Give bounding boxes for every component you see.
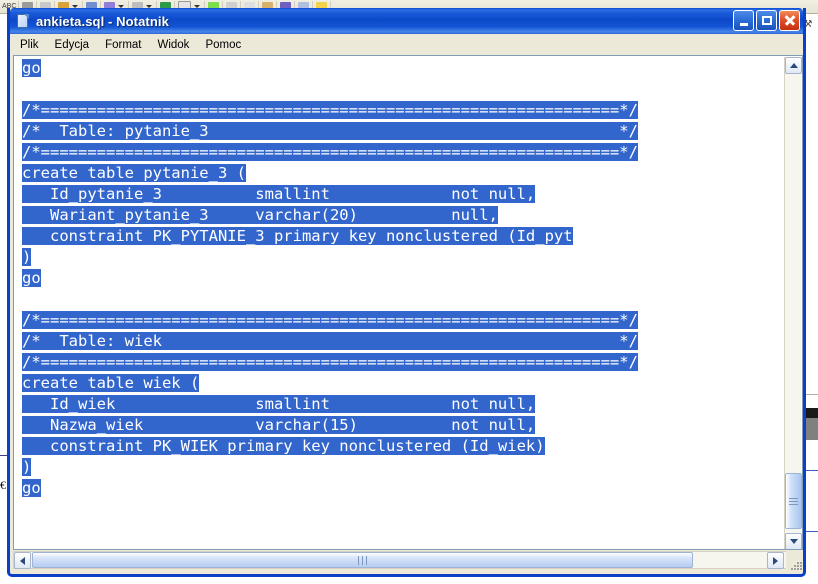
code-line: /*======================================…	[22, 142, 786, 163]
grip-dot	[794, 568, 796, 570]
menu-item-format[interactable]: Format	[105, 37, 149, 53]
code-line: /*======================================…	[22, 100, 786, 121]
horizontal-scrollbar-thumb[interactable]	[32, 552, 693, 568]
close-button[interactable]	[779, 10, 800, 31]
menu-item-edycja[interactable]: Edycja	[55, 37, 98, 53]
chevron-down-icon	[789, 539, 798, 544]
selected-text: /* Table: wiek */	[22, 332, 638, 350]
client-area: go /*===================================…	[13, 55, 803, 571]
selected-text: Id_wiek smallint not null,	[22, 395, 536, 413]
selected-text: Wariant_pytanie_3 varchar(20) null,	[22, 206, 498, 224]
grip-dot	[794, 565, 796, 567]
scroll-right-button[interactable]	[767, 552, 784, 569]
window-title: ankieta.sql - Notatnik	[36, 13, 169, 29]
menu-bar: Plik Edycja Format Widok Pomoc	[10, 34, 803, 56]
chevron-right-icon	[773, 556, 778, 565]
code-line: /* Table: wiek */	[22, 331, 786, 352]
grip-dot	[797, 568, 799, 570]
grip-dot	[797, 565, 799, 567]
selected-text: go	[22, 479, 41, 497]
scroll-up-button[interactable]	[785, 57, 802, 74]
scroll-down-button[interactable]	[785, 533, 802, 549]
selected-text: /*======================================…	[22, 353, 638, 371]
thumb-grip-icon	[789, 496, 798, 507]
menu-item-plik[interactable]: Plik	[20, 37, 47, 53]
code-line: /* Table: pytanie_3 */	[22, 121, 786, 142]
selected-text: )	[22, 458, 32, 476]
window-controls	[733, 10, 800, 31]
minimize-button[interactable]	[733, 10, 754, 31]
code-line: Nazwa_wiek varchar(15) not null,	[22, 415, 786, 436]
grip-dot	[791, 568, 793, 570]
selected-text: /*======================================…	[22, 311, 638, 329]
maximize-button[interactable]	[756, 10, 777, 31]
code-line: go	[22, 478, 786, 499]
code-line: create table pytanie_3 (	[22, 163, 786, 184]
chevron-up-icon	[789, 63, 798, 68]
code-line: go	[22, 58, 786, 79]
code-line: /*======================================…	[22, 310, 786, 331]
selected-text: Id_pytanie_3 smallint not null,	[22, 185, 536, 203]
notepad-document-icon	[15, 13, 31, 29]
horizontal-scrollbar[interactable]	[13, 551, 803, 569]
chevron-left-icon	[20, 556, 25, 565]
selected-text: constraint PK_WIEK primary key noncluste…	[22, 437, 545, 455]
grip-dot	[800, 565, 802, 567]
code-line: )	[22, 247, 786, 268]
background-left-glyph: €	[0, 478, 6, 492]
selected-text: constraint PK_PYTANIE_3 primary key nonc…	[22, 227, 573, 245]
menu-item-widok[interactable]: Widok	[157, 37, 197, 53]
thumb-grip-icon	[357, 555, 369, 565]
selected-text: /* Table: pytanie_3 */	[22, 122, 638, 140]
code-line: create table wiek (	[22, 373, 786, 394]
scroll-left-button[interactable]	[14, 552, 31, 569]
selected-text: /*======================================…	[22, 101, 638, 119]
editor-frame: go /*===================================…	[13, 55, 803, 550]
selected-text: go	[22, 59, 41, 77]
code-line: Id_wiek smallint not null,	[22, 394, 786, 415]
grip-dot	[800, 568, 802, 570]
code-line: Id_pytanie_3 smallint not null,	[22, 184, 786, 205]
grip-dot	[797, 562, 799, 564]
grip-dot	[800, 562, 802, 564]
code-line: constraint PK_WIEK primary key noncluste…	[22, 436, 786, 457]
code-line: Wariant_pytanie_3 varchar(20) null,	[22, 205, 786, 226]
vertical-scrollbar-thumb[interactable]	[785, 473, 802, 529]
selected-text: create table wiek (	[22, 374, 200, 392]
screen-root: ABC ⚒ € ankieta.sql - Notatnik Plik Edyc…	[0, 0, 818, 584]
vertical-scrollbar[interactable]	[784, 57, 802, 549]
selected-text: Nazwa_wiek varchar(15) not null,	[22, 416, 536, 434]
selected-text: go	[22, 269, 41, 287]
text-editor[interactable]: go /*===================================…	[14, 56, 786, 549]
selected-text: )	[22, 248, 32, 266]
title-bar[interactable]: ankieta.sql - Notatnik	[10, 8, 803, 34]
code-line: )	[22, 457, 786, 478]
selected-text: /*======================================…	[22, 143, 638, 161]
resize-grip[interactable]	[786, 551, 803, 570]
code-line: /*======================================…	[22, 352, 786, 373]
menu-item-pomoc[interactable]: Pomoc	[205, 37, 249, 53]
code-line: constraint PK_PYTANIE_3 primary key nonc…	[22, 226, 786, 247]
code-line: go	[22, 268, 786, 289]
selected-text: create table pytanie_3 (	[22, 164, 246, 182]
notepad-window: ankieta.sql - Notatnik Plik Edycja Forma…	[7, 8, 806, 577]
